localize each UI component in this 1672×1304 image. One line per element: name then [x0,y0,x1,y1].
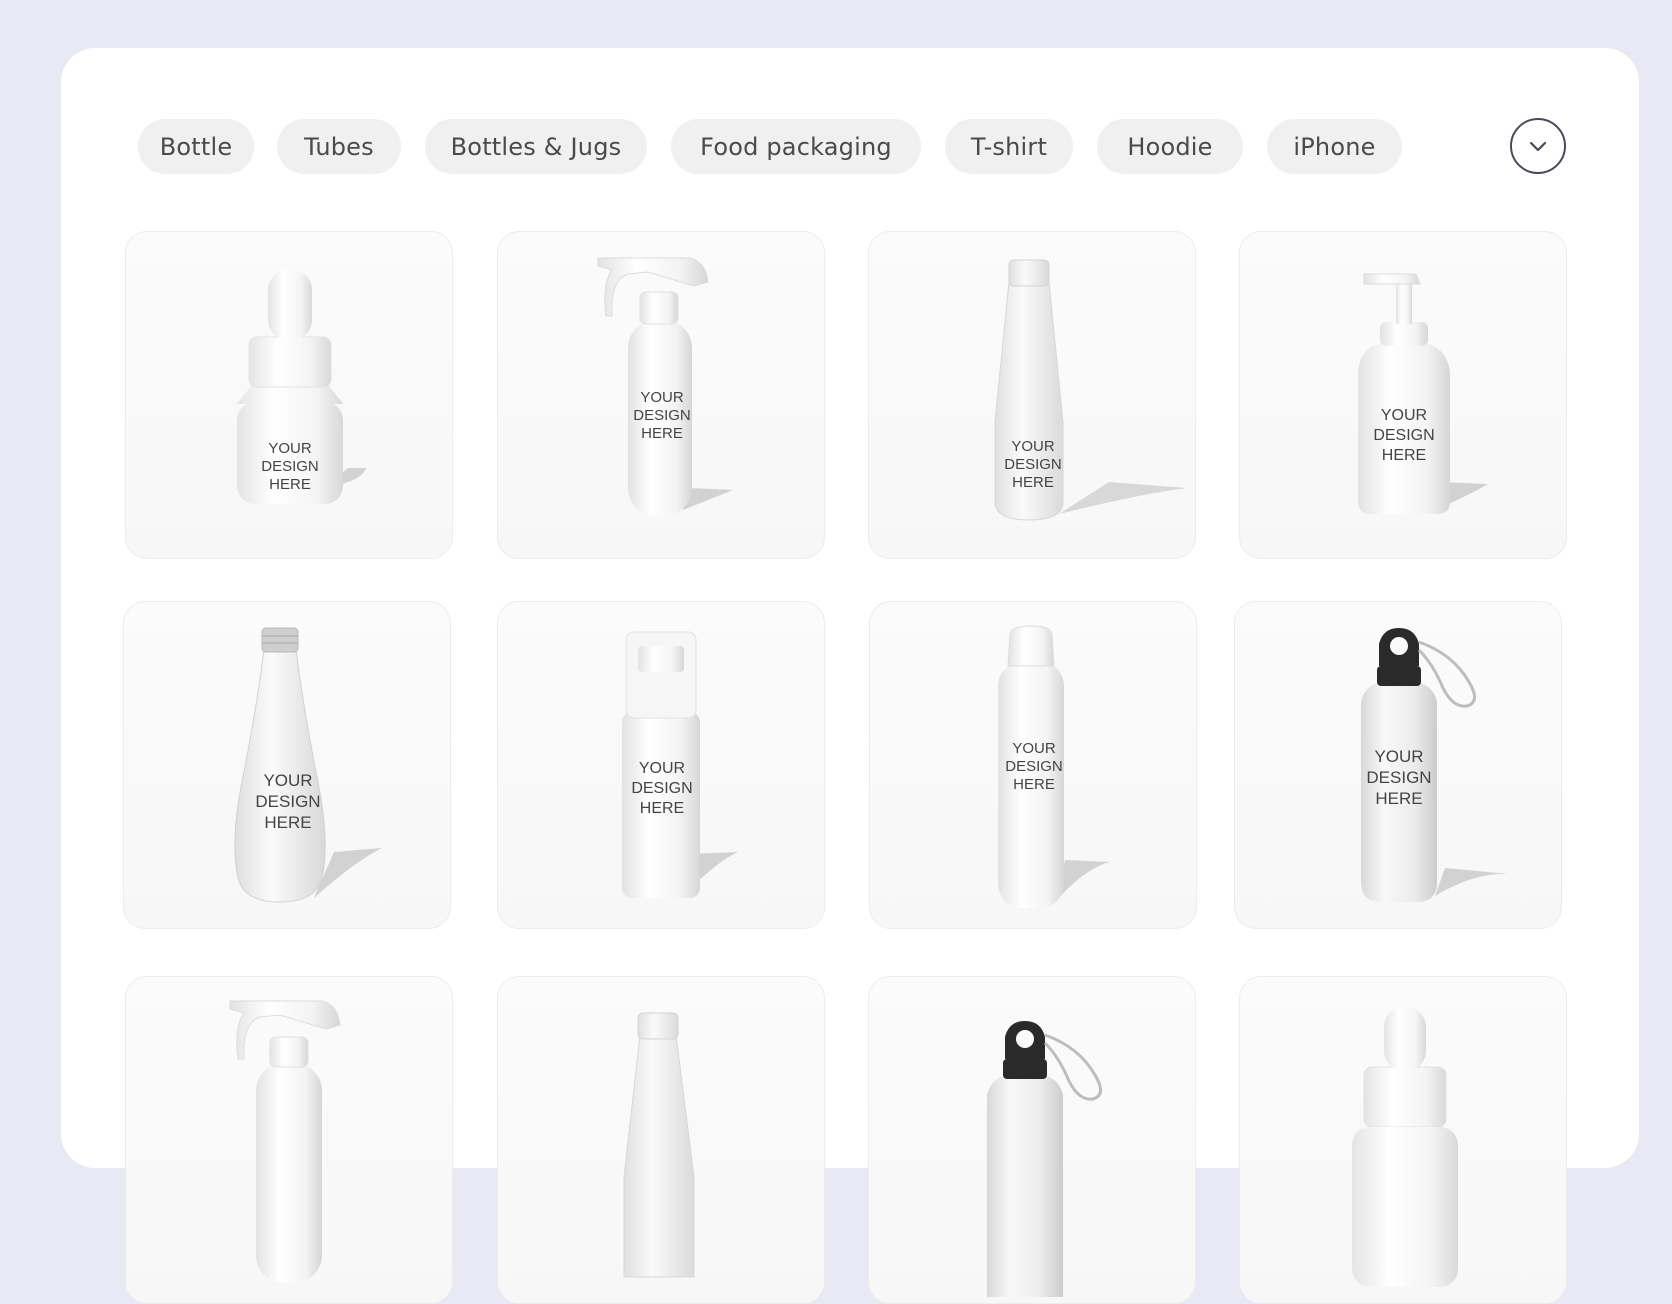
design-placeholder-text: DESIGN [633,407,691,424]
mockup-card[interactable]: YOUR DESIGN HERE [123,601,451,929]
mockup-card[interactable]: YOUR DESIGN HERE [125,231,453,559]
design-placeholder-text: YOUR [1011,438,1055,455]
design-placeholder-text: HERE [1013,776,1055,793]
clear-plastic-bottle-image [994,259,1187,521]
design-placeholder-text: HERE [1375,789,1423,808]
design-placeholder-text: YOUR [640,389,684,406]
aluminum-water-bottle-image [987,1021,1102,1297]
design-placeholder-text: DESIGN [1366,768,1432,787]
mockup-card[interactable]: YOUR DESIGN HERE [1239,231,1567,559]
dropper-bottle-image [1352,1007,1458,1287]
design-placeholder-text: HERE [641,425,683,442]
design-placeholder-text: YOUR [1012,740,1056,757]
dropper-bottle-image [237,270,366,504]
mockup-card[interactable]: YOUR DESIGN HERE [868,231,1196,559]
chip-hoodie[interactable]: Hoodie [1097,119,1243,174]
chip-food-packaging[interactable]: Food packaging [671,119,921,174]
chip-iphone[interactable]: iPhone [1267,119,1402,174]
chevron-down-icon [1529,141,1547,152]
mockup-card[interactable] [1239,976,1567,1304]
design-placeholder-text: HERE [264,813,312,832]
mockup-card[interactable]: YOUR DESIGN HERE [1234,601,1562,929]
mockup-card[interactable] [125,976,453,1304]
design-placeholder-text: DESIGN [631,780,693,797]
chip-bottles-jugs[interactable]: Bottles & Jugs [425,119,647,174]
design-placeholder-text: DESIGN [255,792,321,811]
design-placeholder-text: HERE [1012,474,1054,491]
design-placeholder-text: DESIGN [1004,456,1062,473]
mockup-card[interactable] [497,976,825,1304]
design-placeholder-text: DESIGN [1005,758,1063,775]
design-placeholder-text: HERE [1381,447,1427,464]
design-placeholder-text: HERE [639,800,685,817]
category-filter-bar: Bottle Tubes Bottles & Jugs Food packagi… [138,119,1568,174]
design-placeholder-text: DESIGN [1373,427,1435,444]
design-placeholder-text: YOUR [1374,747,1424,766]
pump-bottle-image [1358,273,1488,514]
design-placeholder-text: DESIGN [261,458,319,475]
spray-bottle-image [229,1000,341,1283]
clear-plastic-bottle-image [623,1012,695,1278]
design-placeholder-text: YOUR [638,760,686,777]
mockup-card[interactable] [868,976,1196,1304]
mockup-card[interactable]: YOUR DESIGN HERE [497,601,825,929]
chip-bottle[interactable]: Bottle [138,119,254,174]
chip-tubes[interactable]: Tubes [277,119,401,174]
design-placeholder-text: YOUR [263,771,313,790]
mockup-card[interactable]: YOUR DESIGN HERE [497,231,825,559]
design-placeholder-text: HERE [269,476,311,493]
glass-bottle-image [234,627,382,903]
design-placeholder-text: YOUR [268,440,312,457]
chip-t-shirt[interactable]: T-shirt [945,119,1073,174]
design-placeholder-text: YOUR [1380,407,1428,424]
mockup-card[interactable]: YOUR DESIGN HERE [869,601,1197,929]
expand-categories-button[interactable] [1510,118,1566,174]
